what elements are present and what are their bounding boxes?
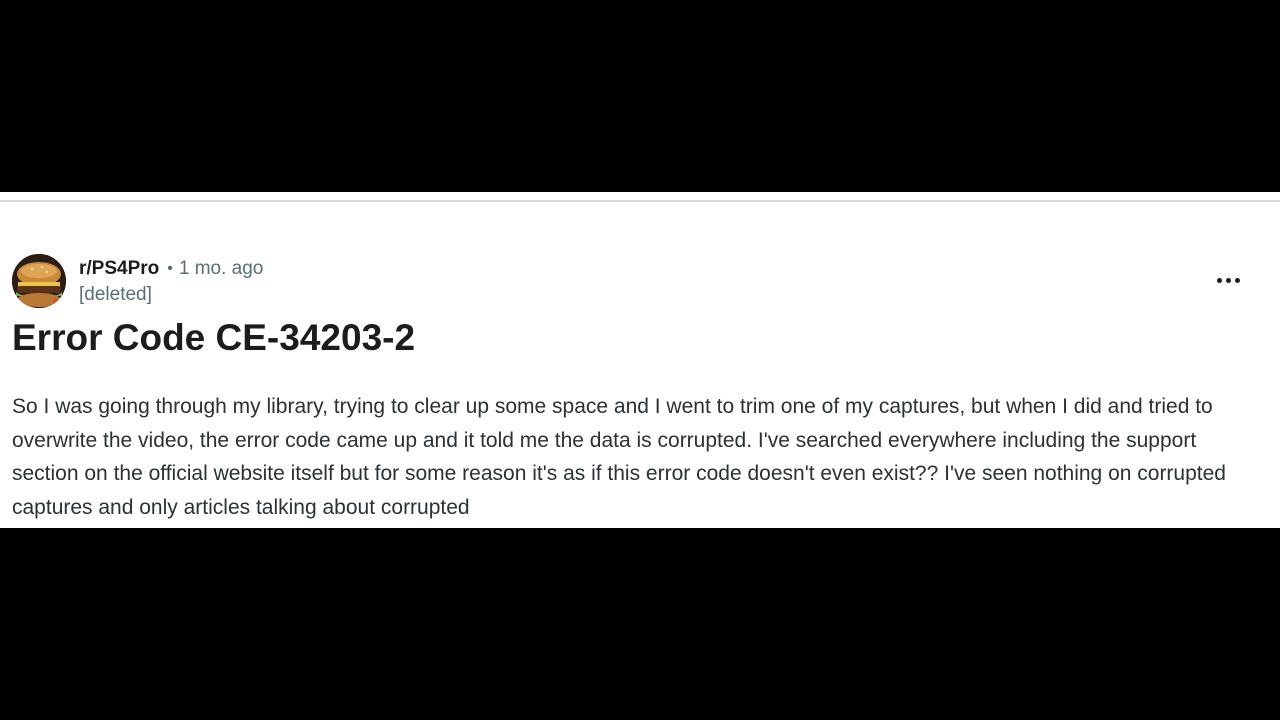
burger-avatar-icon	[12, 254, 66, 308]
post-title[interactable]: Error Code CE-34203-2	[12, 316, 415, 360]
post-body: So I was going through my library, tryin…	[12, 395, 1226, 519]
more-horizontal-icon	[1216, 277, 1240, 283]
post-author: [deleted]	[79, 284, 152, 305]
letterbox-bottom	[0, 528, 1280, 720]
subreddit-avatar[interactable]	[12, 254, 66, 308]
letterbox-top	[0, 0, 1280, 192]
more-options-button[interactable]	[1208, 268, 1248, 292]
post-meta: r/PS4Pro • 1 mo. ago [deleted]	[79, 257, 263, 309]
meta-separator: •	[167, 260, 173, 277]
post-container: r/PS4Pro • 1 mo. ago [deleted] Error Cod…	[0, 192, 1280, 528]
subreddit-link[interactable]: r/PS4Pro	[79, 258, 159, 280]
post-time: 1 mo. ago	[178, 258, 264, 279]
divider	[0, 200, 1280, 202]
